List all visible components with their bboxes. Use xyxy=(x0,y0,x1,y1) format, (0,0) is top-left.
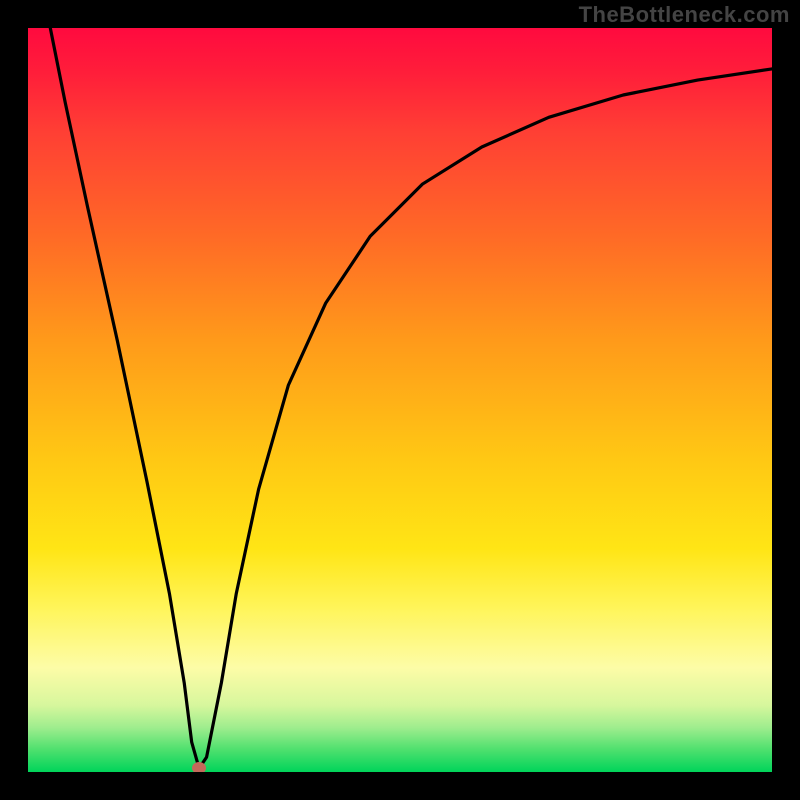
curve-path xyxy=(50,28,772,768)
plot-area xyxy=(28,28,772,772)
optimal-point-marker xyxy=(192,762,206,772)
chart-frame: TheBottleneck.com xyxy=(0,0,800,800)
bottleneck-curve xyxy=(28,28,772,772)
watermark-text: TheBottleneck.com xyxy=(579,2,790,28)
